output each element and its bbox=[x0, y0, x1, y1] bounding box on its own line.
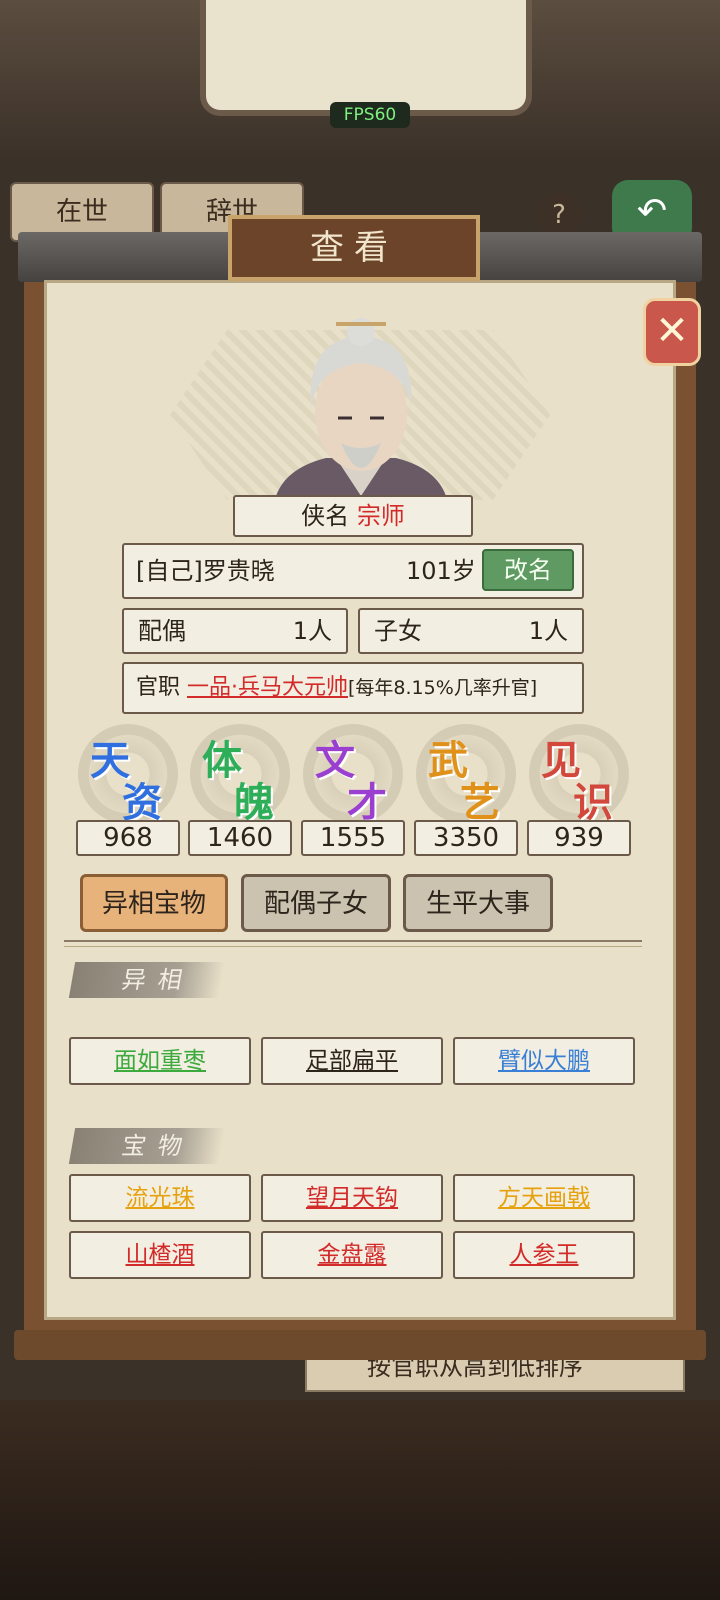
trait-chip[interactable]: 面如重枣 bbox=[69, 1037, 251, 1085]
treasure-chip[interactable]: 人参王 bbox=[453, 1231, 635, 1279]
spouse-count: 1人 bbox=[292, 617, 332, 645]
spouse-label: 配偶 bbox=[138, 617, 186, 645]
hero-title-value: 宗师 bbox=[356, 502, 405, 530]
traits-header: 异相 bbox=[68, 962, 226, 998]
treasure-chip[interactable]: 流光珠 bbox=[69, 1174, 251, 1222]
office-promotion-note: [每年8.15%几率升官] bbox=[348, 677, 538, 699]
character-age: 101岁 bbox=[406, 557, 476, 585]
stat-icon-0: 天资 bbox=[78, 724, 178, 826]
tab-spouse-children[interactable]: 配偶子女 bbox=[241, 874, 391, 932]
children-count: 1人 bbox=[528, 617, 568, 645]
treasures-header: 宝物 bbox=[68, 1128, 226, 1164]
character-portrait bbox=[276, 318, 446, 496]
treasure-chip[interactable]: 望月天钩 bbox=[261, 1174, 443, 1222]
children-label: 子女 bbox=[374, 617, 422, 645]
stat-value: 939 bbox=[527, 820, 631, 856]
background-painting bbox=[200, 0, 532, 116]
treasure-chip[interactable]: 山楂酒 bbox=[69, 1231, 251, 1279]
section-divider bbox=[64, 940, 642, 947]
office-label: 官职 bbox=[136, 675, 181, 700]
stat-icon-1: 体魄 bbox=[190, 724, 290, 826]
dialog-title: 查看 bbox=[228, 215, 480, 281]
stat-value: 1460 bbox=[188, 820, 292, 856]
office-value[interactable]: 一品·兵马大元帅 bbox=[187, 675, 348, 700]
spouse-box: 配偶 1人 bbox=[122, 608, 348, 654]
tab-traits-treasures[interactable]: 异相宝物 bbox=[80, 874, 228, 932]
background-floor bbox=[0, 1400, 720, 1600]
stat-value: 3350 bbox=[414, 820, 518, 856]
stat-value: 968 bbox=[76, 820, 180, 856]
children-box: 子女 1人 bbox=[358, 608, 584, 654]
office-box: 官职 一品·兵马大元帅[每年8.15%几率升官] bbox=[122, 662, 584, 714]
hero-title-label: 侠名 bbox=[301, 502, 350, 530]
trait-chip[interactable]: 足部扁平 bbox=[261, 1037, 443, 1085]
stat-icon-3: 武艺 bbox=[416, 724, 516, 826]
trait-chip[interactable]: 臂似大鹏 bbox=[453, 1037, 635, 1085]
close-x-icon: ✕ bbox=[655, 308, 689, 354]
close-button[interactable]: ✕ bbox=[643, 298, 701, 366]
dialog-base bbox=[14, 1330, 706, 1360]
hero-title-box: 侠名 宗师 bbox=[233, 495, 473, 537]
stat-icon-2: 文才 bbox=[303, 724, 403, 826]
treasure-chip[interactable]: 方天画戟 bbox=[453, 1174, 635, 1222]
fps-counter: FPS60 bbox=[330, 102, 410, 128]
stat-value: 1555 bbox=[301, 820, 405, 856]
treasure-chip[interactable]: 金盘露 bbox=[261, 1231, 443, 1279]
tab-life-events[interactable]: 生平大事 bbox=[403, 874, 553, 932]
stat-icon-4: 见识 bbox=[529, 724, 629, 826]
character-name: [自己]罗贵晓 bbox=[136, 557, 275, 585]
rename-button[interactable]: 改名 bbox=[482, 549, 574, 591]
